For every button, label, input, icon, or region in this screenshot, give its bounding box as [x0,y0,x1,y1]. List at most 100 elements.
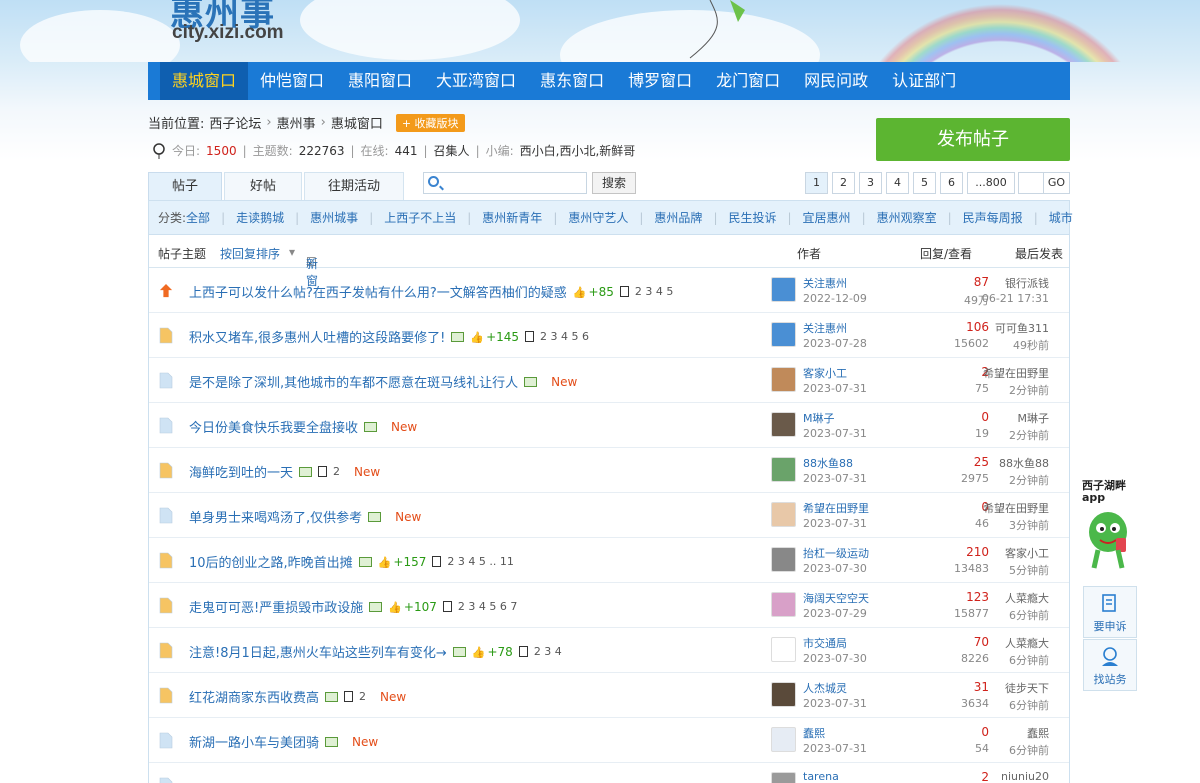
last-poster[interactable]: 88水鱼88 [949,455,1049,471]
nav-item-longmen[interactable]: 龙门窗口 [704,62,792,100]
thread-pages[interactable]: 2 [359,690,366,703]
last-poster[interactable]: niuniu20 [949,770,1049,783]
avatar[interactable] [771,367,796,392]
nav-item-wenzheng[interactable]: 网民问政 [792,62,880,100]
last-poster[interactable]: 客家小工 [949,545,1049,561]
sort-dropdown[interactable]: 按回复排序 [220,245,280,262]
page-button[interactable]: 1 [805,172,828,194]
author-name[interactable]: 人杰城灵 [803,680,847,696]
page-button[interactable]: 6 [940,172,963,194]
last-post-time[interactable]: 6分钟前 [949,697,1049,713]
thread-title[interactable]: 上西子可以发什么帖?在西子发帖有什么用?一文解答西柚们的疑惑 [189,282,567,301]
last-post-time[interactable]: 49秒前 [949,337,1049,353]
complain-button[interactable]: 要申诉 [1083,586,1137,638]
author-name[interactable]: 关注惠州 [803,320,847,336]
last-poster[interactable]: 人菜瘾大 [949,590,1049,606]
category-item[interactable]: 民声每周报 [963,209,1023,226]
thread-title[interactable]: 积水又堵车,很多惠州人吐槽的这段路要修了! [189,327,445,346]
avatar[interactable] [771,682,796,707]
avatar[interactable] [771,592,796,617]
thread-pages[interactable]: 2 3 4 5 6 [540,330,589,343]
avatar[interactable] [771,457,796,482]
thread-pages[interactable]: 2 [333,465,340,478]
breadcrumb-item[interactable]: 惠城窗口 [331,113,383,132]
last-post-time[interactable]: 6分钟前 [949,652,1049,668]
find-staff-button[interactable]: 找站务 [1083,639,1137,691]
nav-item-renzheng[interactable]: 认证部门 [880,62,968,100]
app-promo[interactable]: 西子湖畔 app [1082,480,1138,575]
author-name[interactable]: 希望在田野里 [803,500,869,516]
search-input[interactable] [446,174,584,192]
author-name[interactable]: M琳子 [803,410,835,426]
category-item[interactable]: 惠州新青年 [482,209,542,226]
last-poster[interactable]: 蠢熙 [949,725,1049,741]
last-post-time[interactable]: 5分钟前 [949,562,1049,578]
author-name[interactable]: 客家小工 [803,365,847,381]
avatar[interactable] [771,547,796,572]
category-item[interactable]: 城市 [1049,209,1073,226]
avatar[interactable] [771,637,796,662]
author-name[interactable]: 蠢熙 [803,725,825,741]
nav-item-boluo[interactable]: 博罗窗口 [616,62,704,100]
nav-item-huicheng[interactable]: 惠城窗口 [160,62,249,100]
page-jump-input[interactable] [1018,172,1044,194]
category-item[interactable]: 惠州品牌 [654,209,702,226]
search-button[interactable]: 搜索 [592,172,636,194]
author-name[interactable]: 关注惠州 [803,275,847,291]
author-name[interactable]: 市交通局 [803,635,847,651]
thread-title[interactable]: 是不是除了深圳,其他城市的车都不愿意在斑马线礼让行人 [189,372,518,391]
thread-title[interactable]: 走鬼可可恶!严重损毁市政设施 [189,597,363,616]
last-post-time[interactable]: 2分钟前 [949,427,1049,443]
category-item[interactable]: 惠州城事 [310,209,358,226]
last-poster[interactable]: 徒步天下 [949,680,1049,696]
last-post-time[interactable]: 6分钟前 [949,607,1049,623]
last-post-time[interactable]: 06-21 17:31 [949,292,1049,305]
thread-title[interactable]: 单身男士来喝鸡汤了,仅供参考 [189,507,362,526]
last-poster[interactable]: M琳子 [949,410,1050,426]
thread-title[interactable]: 红花湖商家东西收费高 [189,687,319,706]
category-item[interactable]: 全部 [186,209,210,226]
last-post-time[interactable]: 2分钟前 [949,382,1049,398]
last-post-time[interactable]: 2分钟前 [949,472,1049,488]
page-button[interactable]: 3 [859,172,882,194]
category-item[interactable]: 惠州守艺人 [568,209,628,226]
page-button[interactable]: 4 [886,172,909,194]
thread-pages[interactable]: 2 3 4 [534,645,562,658]
last-poster[interactable]: 人菜瘾大 [949,635,1049,651]
breadcrumb-item[interactable]: 西子论坛 [209,113,261,132]
nav-item-huiyang[interactable]: 惠阳窗口 [336,62,424,100]
author-name[interactable]: 抬杠一级运动 [803,545,869,561]
page-button-last[interactable]: ...800 [967,172,1015,194]
page-button[interactable]: 5 [913,172,936,194]
last-poster[interactable]: 可可鱼311 [949,320,1049,336]
avatar[interactable] [771,412,796,437]
last-post-time[interactable]: 6分钟前 [949,742,1049,758]
category-item[interactable]: 上西子不上当 [384,209,456,226]
thread-pages[interactable]: 2 3 4 5 6 7 [458,600,517,613]
favorite-board-button[interactable]: + 收藏版块 [395,113,465,132]
last-post-time[interactable]: 3分钟前 [949,517,1049,533]
avatar[interactable] [771,277,796,302]
nav-item-zhongkai[interactable]: 仲恺窗口 [248,62,336,100]
tab-good-posts[interactable]: 好帖 [224,172,302,200]
page-go-button[interactable]: GO [1043,172,1070,194]
category-item[interactable]: 民生投诉 [728,209,776,226]
thread-pages[interactable]: 2 3 4 5 [635,285,673,298]
breadcrumb-item[interactable]: 惠州事 [277,113,316,132]
avatar[interactable] [771,322,796,347]
last-poster[interactable]: 银行派钱 [949,275,1049,291]
thread-title[interactable]: 新湖一路小车与美团骑 [189,732,319,751]
avatar[interactable] [771,502,796,527]
thread-title[interactable]: 10后的创业之路,昨晚首出摊 [189,552,353,571]
category-item[interactable]: 宜居惠州 [803,209,851,226]
page-button[interactable]: 2 [832,172,855,194]
thread-title[interactable]: 海鲜吃到吐的一天 [189,462,293,481]
nav-item-huidong[interactable]: 惠东窗口 [528,62,616,100]
new-post-button[interactable]: 发布帖子 [876,118,1070,161]
last-poster[interactable]: 希望在田野里 [949,500,1049,516]
editors-list[interactable]: 西小白,西小北,新鲜哥 [520,142,636,159]
category-item[interactable]: 惠州观察室 [877,209,937,226]
convener-link[interactable]: 召集人 [434,142,470,159]
tab-past-events[interactable]: 往期活动 [304,172,404,200]
thread-pages[interactable]: 2 3 4 5 .. 11 [447,555,513,568]
